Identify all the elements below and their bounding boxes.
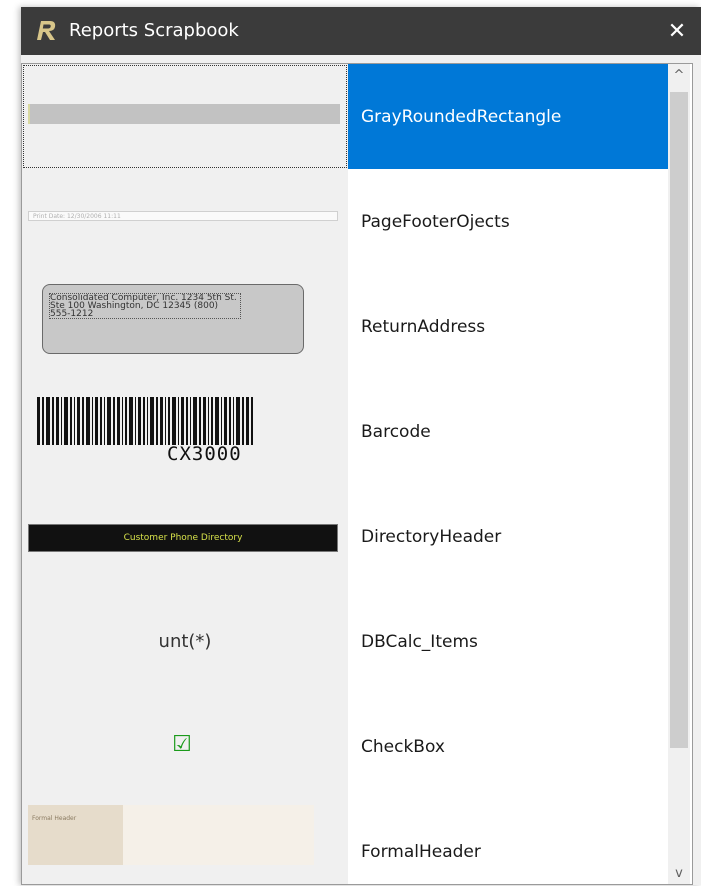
item-label: Barcode	[348, 379, 668, 484]
list-item-grayroundedrectangle[interactable]: GrayRoundedRectangle	[22, 64, 668, 169]
item-label: FormalHeader	[348, 799, 668, 884]
directory-header-text: Customer Phone Directory	[123, 533, 243, 543]
page-footer-preview: Print Date: 12/30/2006 11:11	[28, 211, 338, 221]
close-icon: ✕	[667, 18, 687, 44]
item-label: GrayRoundedRectangle	[348, 64, 668, 169]
scroll-down-button[interactable]: v	[668, 862, 690, 884]
title-bar[interactable]: Reports Scrapbook ✕	[21, 7, 701, 55]
preview-thumbnail: Formal Header	[22, 799, 348, 884]
scrapbook-list-panel: GrayRoundedRectangle Print Date: 12/30/2…	[21, 63, 693, 885]
gray-rectangle-preview	[28, 104, 340, 124]
directory-header-preview: Customer Phone Directory	[28, 524, 338, 552]
return-address-text: Consolidated Computer, Inc. 1234 5th St.…	[49, 293, 241, 319]
preview-thumbnail: unt(*)	[22, 589, 348, 694]
dbcalc-preview-text: unt(*)	[158, 631, 212, 652]
chevron-up-icon: ^	[673, 67, 685, 83]
list-item-checkbox[interactable]: ☑ CheckBox	[22, 694, 668, 799]
scroll-up-button[interactable]: ^	[668, 64, 690, 86]
preview-thumbnail: Consolidated Computer, Inc. 1234 5th St.…	[22, 274, 348, 379]
footer-preview-text: Print Date: 12/30/2006 11:11	[33, 213, 121, 220]
list-item-pagefooterojects[interactable]: Print Date: 12/30/2006 11:11 PageFooterO…	[22, 169, 668, 274]
preview-thumbnail	[22, 64, 348, 169]
item-label: DirectoryHeader	[348, 484, 668, 589]
preview-thumbnail: Print Date: 12/30/2006 11:11	[22, 169, 348, 274]
formal-header-preview-text: Formal Header	[32, 815, 77, 822]
scroll-thumb[interactable]	[670, 92, 688, 748]
formal-header-image: Formal Header	[28, 805, 123, 865]
reports-scrapbook-window: Reports Scrapbook ✕ GrayRoundedRectangle…	[21, 7, 701, 885]
return-address-preview: Consolidated Computer, Inc. 1234 5th St.…	[42, 284, 304, 354]
item-label: PageFooterOjects	[348, 169, 668, 274]
barcode-icon	[37, 397, 253, 445]
list-item-formalheader[interactable]: Formal Header FormalHeader	[22, 799, 668, 884]
vertical-scrollbar[interactable]: ^ v	[668, 64, 690, 884]
preview-thumbnail: CX3000	[22, 379, 348, 484]
list-item-returnaddress[interactable]: Consolidated Computer, Inc. 1234 5th St.…	[22, 274, 668, 379]
preview-thumbnail: ☑	[22, 694, 348, 799]
formal-header-preview: Formal Header	[28, 805, 314, 865]
barcode-text: CX3000	[167, 443, 242, 465]
checkbox-icon: ☑	[172, 731, 192, 757]
item-label: ReturnAddress	[348, 274, 668, 379]
list-item-dbcalc-items[interactable]: unt(*) DBCalc_Items	[22, 589, 668, 694]
report-builder-icon	[35, 18, 59, 42]
item-label: CheckBox	[348, 694, 668, 799]
scrapbook-list[interactable]: GrayRoundedRectangle Print Date: 12/30/2…	[22, 64, 668, 884]
chevron-down-icon: v	[675, 865, 683, 881]
list-item-barcode[interactable]: CX3000 Barcode	[22, 379, 668, 484]
list-item-directoryheader[interactable]: Customer Phone Directory DirectoryHeader	[22, 484, 668, 589]
window-title: Reports Scrapbook	[69, 20, 239, 41]
preview-thumbnail: Customer Phone Directory	[22, 484, 348, 589]
close-button[interactable]: ✕	[653, 7, 701, 55]
item-label: DBCalc_Items	[348, 589, 668, 694]
